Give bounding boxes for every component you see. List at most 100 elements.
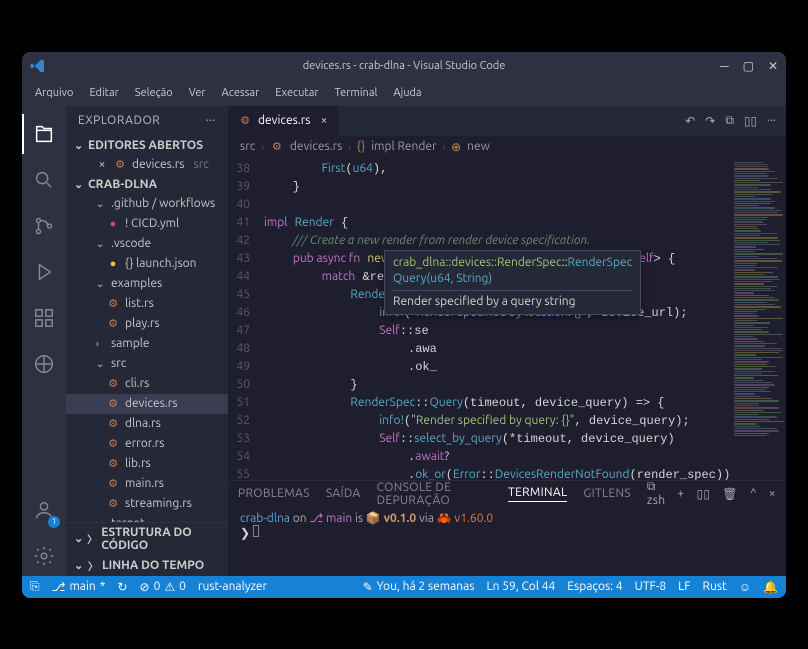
account-icon[interactable]: 1 [22, 490, 66, 530]
explorer-icon[interactable] [22, 114, 66, 154]
menu-ver[interactable]: Ver [182, 84, 213, 102]
rust-icon: ⚙ [113, 158, 127, 172]
tree-item[interactable]: ⚙play.rs [66, 314, 228, 334]
menu-seleção[interactable]: Seleção [128, 84, 180, 102]
outline-section[interactable]: 〉ESTRUTURA DO CÓDIGO [66, 522, 228, 555]
tree-item[interactable]: ⌄.vscode [66, 234, 228, 254]
tree-item[interactable]: ⚙cli.rs [66, 374, 228, 394]
debug-icon[interactable] [22, 252, 66, 292]
menu-executar[interactable]: Executar [268, 84, 325, 102]
window-title: devices.rs - crab-dlna - Visual Studio C… [303, 60, 506, 72]
editor-tabs: ⚙ devices.rs × ↶ ↷ ⧉ ▯▯ ··· [228, 106, 786, 136]
code-editor[interactable]: 3839404142434445464748495051525354555657… [228, 158, 786, 480]
status-problems[interactable]: ⊘ 0 ⚠ 0 [140, 580, 186, 594]
minimize-icon[interactable]: ─ [720, 59, 729, 73]
vscode-icon [30, 58, 46, 74]
account-badge: 1 [48, 516, 60, 528]
menu-acessar[interactable]: Acessar [215, 84, 267, 102]
settings-icon[interactable] [22, 536, 66, 576]
tree-item[interactable]: ⚙lib.rs [66, 454, 228, 474]
sidebar: EXPLORADOR ··· EDITORES ABERTOS × ⚙ devi… [66, 106, 228, 576]
menu-ajuda[interactable]: Ajuda [386, 84, 428, 102]
editor-actions: ↶ ↷ ⧉ ▯▯ ··· [675, 106, 786, 136]
close-icon[interactable]: ✕ [768, 59, 778, 73]
split-icon[interactable]: ▯▯ [744, 114, 757, 128]
go-back-icon[interactable]: ↶ [685, 114, 695, 128]
status-feedback-icon[interactable]: ☺ [739, 580, 751, 594]
tree-item[interactable]: ⌄.github / workflows [66, 194, 228, 214]
status-bar: ⎘ ⎇ main* ↻ ⊘ 0 ⚠ 0 rust-analyzer ✎ You,… [22, 576, 786, 598]
split-icon[interactable]: ▯▯ [696, 487, 710, 501]
rust-icon: ⚙ [238, 114, 252, 128]
status-encoding[interactable]: UTF-8 [635, 580, 666, 593]
status-remote[interactable]: ⎘ [30, 580, 40, 594]
status-spaces[interactable]: Espaços: 4 [567, 580, 622, 593]
close-panel-icon[interactable]: × [769, 487, 776, 500]
code-content[interactable]: First(u64), } impl Render { /// Create a… [264, 158, 730, 480]
terminal[interactable]: crab-dlna on ⎇ main is 📦 v0.1.0 via 🦀 v1… [228, 507, 786, 576]
tree-item[interactable]: ●! CICD.yml [66, 214, 228, 234]
status-sync[interactable]: ↻ [117, 580, 127, 594]
maximize-icon[interactable]: ▢ [743, 59, 754, 73]
tree-item[interactable]: ●{} launch.json [66, 254, 228, 274]
tree-item[interactable]: ⚙dlna.rs [66, 414, 228, 434]
line-gutter: 3839404142434445464748495051525354555657… [228, 158, 264, 480]
tab-devices[interactable]: ⚙ devices.rs × [228, 106, 338, 136]
menu-arquivo[interactable]: Arquivo [28, 84, 80, 102]
panel-tab-gitlens[interactable]: GITLENS [583, 487, 631, 500]
tab-close-icon[interactable]: × [321, 114, 328, 127]
tree-item[interactable]: ⚙streaming.rs [66, 494, 228, 514]
status-git-blame[interactable]: ✎ You, há 2 semanas [363, 580, 475, 594]
explorer-header: EXPLORADOR ··· [66, 106, 228, 136]
menu-terminal[interactable]: Terminal [328, 84, 385, 102]
editor-group: ⚙ devices.rs × ↶ ↷ ⧉ ▯▯ ··· src› ⚙device… [228, 106, 786, 576]
rust-icon: ⚙ [270, 140, 284, 154]
status-cursor[interactable]: Ln 59, Col 44 [487, 580, 556, 593]
status-eol[interactable]: LF [678, 580, 690, 593]
titlebar: devices.rs - crab-dlna - Visual Studio C… [22, 52, 786, 80]
tree-item[interactable]: ›sample [66, 334, 228, 354]
compare-icon[interactable]: ⧉ [725, 114, 734, 128]
panel-tab-problemas[interactable]: PROBLEMAS [238, 487, 310, 500]
tree-item[interactable]: ›target [66, 514, 228, 522]
tree-item[interactable]: ⌄examples [66, 274, 228, 294]
vscode-window: devices.rs - crab-dlna - Visual Studio C… [22, 52, 786, 598]
trash-icon[interactable]: 🗑 [722, 487, 738, 501]
activity-bar: 1 [22, 106, 66, 576]
breadcrumb[interactable]: src› ⚙devices.rs› {}impl Render› ⊕new [228, 136, 786, 158]
tree-item[interactable]: ⚙list.rs [66, 294, 228, 314]
open-editor-item[interactable]: × ⚙ devices.rs src [66, 155, 228, 175]
remote-icon[interactable] [22, 344, 66, 384]
tree-item[interactable]: ⌄src [66, 354, 228, 374]
extensions-icon[interactable] [22, 298, 66, 338]
explorer-title: EXPLORADOR [78, 114, 160, 127]
panel-tabs: PROBLEMAS SAÍDA CONSOLE DE DEPURAÇÃO TERMIN… [228, 481, 786, 507]
more-icon[interactable]: ··· [206, 114, 216, 127]
go-forward-icon[interactable]: ↷ [705, 114, 715, 128]
panel-tab-console de depuração[interactable]: CONSOLE DE DEPURAÇÃO [377, 481, 493, 507]
status-branch[interactable]: ⎇ main* [52, 580, 106, 594]
maximize-icon[interactable]: ^ [750, 487, 757, 500]
bottom-panel: PROBLEMAS SAÍDA CONSOLE DE DEPURAÇÃO TERMIN… [228, 480, 786, 576]
panel-tab-saída[interactable]: SAÍDA [326, 487, 361, 500]
scm-icon[interactable] [22, 206, 66, 246]
minimap[interactable] [730, 158, 786, 480]
hover-tooltip: crab_dlna::devices::RenderSpec::RenderSp… [384, 250, 641, 315]
tree-item[interactable]: ⚙error.rs [66, 434, 228, 454]
tree-item[interactable]: ⚙main.rs [66, 474, 228, 494]
status-analyzer[interactable]: rust-analyzer [198, 580, 267, 593]
status-bell-icon[interactable]: 🔔 [763, 580, 778, 594]
timeline-section[interactable]: 〉LINHA DO TEMPO [66, 555, 228, 576]
panel-tab-terminal[interactable]: TERMINAL [508, 486, 567, 502]
close-icon[interactable]: × [96, 158, 108, 171]
more-icon[interactable]: ··· [767, 114, 776, 127]
menubar: ArquivoEditarSeleçãoVerAcessarExecutarTe… [22, 80, 786, 106]
shell-select[interactable]: ⧉ zsh [647, 480, 665, 507]
status-lang[interactable]: Rust [703, 580, 727, 593]
add-terminal-icon[interactable]: + [677, 487, 684, 500]
search-icon[interactable] [22, 160, 66, 200]
folder-section[interactable]: CRAB-DLNA [66, 175, 228, 194]
tree-item[interactable]: ⚙devices.rs [66, 394, 228, 414]
menu-editar[interactable]: Editar [82, 84, 125, 102]
open-editors-section[interactable]: EDITORES ABERTOS [66, 136, 228, 155]
